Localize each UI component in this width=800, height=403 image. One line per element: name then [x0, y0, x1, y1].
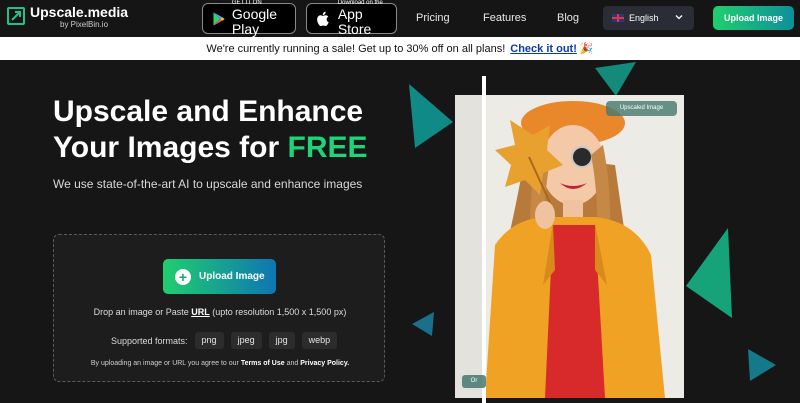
google-play-icon [213, 11, 225, 26]
plus-icon: + [175, 268, 191, 285]
logo[interactable]: Upscale.media by PixelBin.io [7, 5, 128, 30]
hero-title-line2: Your Images for [53, 131, 288, 164]
hero-subtitle: We use state-of-the-art AI to upscale an… [53, 177, 363, 191]
compare-slider-handle[interactable] [482, 76, 486, 403]
app-store-text: App Store [337, 6, 372, 37]
language-label: English [629, 13, 659, 23]
woman-photo-illustration [455, 95, 684, 398]
formats-label: Supported formats: [111, 335, 188, 346]
upscale-logo-icon [7, 7, 25, 25]
terms-and: and [284, 360, 301, 367]
drop-prefix: Drop an image or Paste [93, 307, 192, 317]
upscaled-image-badge: Upscaled Image [606, 101, 677, 116]
language-selector[interactable]: English [603, 6, 694, 30]
decor-triangle-icon [412, 312, 434, 336]
format-chip: jpg [268, 332, 295, 349]
format-chip: jpeg [230, 332, 262, 349]
sale-text: We're currently running a sale! Get up t… [206, 42, 506, 55]
drop-suffix: (upto resolution 1,500 x 1,500 px) [209, 307, 347, 317]
paste-url-link[interactable]: URL [191, 307, 210, 317]
drop-instructions: Drop an image or Paste URL (upto resolut… [54, 307, 386, 317]
logo-title: Upscale.media [30, 4, 129, 20]
supported-formats: Supported formats: png jpeg jpg webp [111, 332, 338, 349]
nav-link-pricing[interactable]: Pricing [416, 12, 450, 24]
decor-triangle-icon [409, 84, 453, 148]
top-navbar: Upscale.media by PixelBin.io GET IT ON G… [0, 0, 800, 37]
upload-dropzone[interactable]: + Upload Image Drop an image or Paste UR… [53, 234, 385, 382]
google-play-text: Google Play [231, 6, 278, 37]
upload-image-button[interactable]: + Upload Image [163, 259, 276, 294]
hero-title-line1: Upscale and Enhance [53, 95, 364, 128]
nav-link-features[interactable]: Features [483, 12, 526, 24]
decor-triangle-icon [748, 349, 776, 381]
terms-of-use-link[interactable]: Terms of Use [241, 360, 285, 367]
preview-image [455, 95, 684, 398]
format-chip: png [194, 332, 224, 349]
sale-banner: We're currently running a sale! Get up t… [0, 37, 800, 60]
nav-link-blog[interactable]: Blog [557, 12, 579, 24]
terms-prefix: By uploading an image or URL you agree t… [90, 360, 241, 367]
format-chip: webp [301, 332, 338, 349]
terms-notice: By uploading an image or URL you agree t… [54, 360, 386, 367]
decor-triangle-icon [686, 228, 732, 318]
party-popper-icon: 🎉 [579, 43, 594, 55]
chevron-down-icon [675, 15, 683, 20]
sale-link[interactable]: Check it out! [510, 43, 577, 55]
original-half [455, 95, 485, 398]
privacy-policy-link[interactable]: Privacy Policy. [300, 360, 349, 367]
nav-upload-button[interactable]: Upload Image [713, 6, 794, 30]
apple-icon [317, 11, 329, 26]
logo-subtitle: by PixelBin.io [60, 20, 109, 29]
original-image-badge: Or [462, 375, 486, 388]
upload-button-label: Upload Image [199, 271, 265, 282]
hero-title-highlight: FREE [287, 131, 368, 164]
google-play-button[interactable]: GET IT ON Google Play [202, 0, 296, 37]
app-store-button[interactable]: Download on the App Store [306, 0, 397, 37]
uk-flag-icon [612, 14, 624, 22]
decor-triangle-icon [595, 62, 636, 96]
hero-title: Upscale and Enhance Your Images for FREE [53, 94, 383, 166]
